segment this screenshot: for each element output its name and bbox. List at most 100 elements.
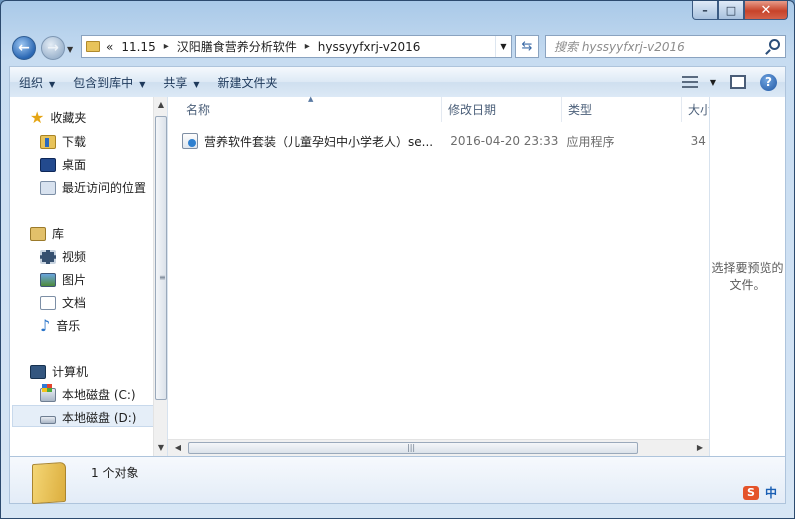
sidebar-item-drive-c[interactable]: 本地磁盘 (C:) <box>40 383 136 403</box>
window-controls: – □ ✕ <box>692 1 788 20</box>
help-icon[interactable]: ? <box>760 73 777 91</box>
file-type: 应用程序 <box>566 134 615 149</box>
sidebar-libraries[interactable]: 库 <box>30 225 64 242</box>
sogou-ime-icon: S <box>742 485 759 500</box>
sidebar-item-music[interactable]: ♪ 音乐 <box>40 317 80 334</box>
sidebar-item-label: 本地磁盘 (C:) <box>62 388 136 402</box>
minimize-button[interactable]: – <box>692 1 718 20</box>
sidebar-computer[interactable]: 计算机 <box>30 363 88 380</box>
sidebar-item-label: 最近访问的位置 <box>62 181 147 195</box>
explorer-window: – □ ✕ ← → ▼ « 11.15 ▸ 汉阳膳食营养分析软件 ▸ hyssy… <box>0 0 795 519</box>
scrollbar-thumb[interactable]: ≡ <box>155 116 167 400</box>
grip-icon: ≡ <box>159 273 166 282</box>
scroll-right-icon[interactable]: ▶ <box>692 440 708 456</box>
sidebar-item-label: 桌面 <box>62 158 87 172</box>
breadcrumb-item[interactable]: hyssyyfxrj-v2016 <box>318 40 421 54</box>
sidebar-item-recent-places[interactable]: 最近访问的位置 <box>40 179 146 196</box>
item-count: 1 个对象 <box>91 466 139 480</box>
sidebar-computer-label: 计算机 <box>52 365 89 379</box>
sidebar-item-videos[interactable]: 视频 <box>40 248 86 265</box>
scroll-up-icon[interactable]: ▲ <box>154 97 168 113</box>
change-view-button[interactable]: ▼ <box>681 76 716 88</box>
address-dropdown-icon[interactable]: ▼ <box>495 36 511 57</box>
refresh-button[interactable]: ⇆ <box>515 35 539 58</box>
file-date: 2016-04-20 23:33 <box>450 134 559 148</box>
forward-button[interactable]: → <box>41 36 65 60</box>
chevron-down-icon: ▼ <box>193 79 200 89</box>
close-button[interactable]: ✕ <box>744 1 788 20</box>
column-header-date[interactable]: 修改日期 <box>440 97 562 122</box>
sidebar-libraries-label: 库 <box>52 227 65 241</box>
scroll-down-icon[interactable]: ▼ <box>154 440 168 456</box>
drive-icon <box>40 415 56 424</box>
recent-places-icon <box>40 180 56 195</box>
sidebar-item-label: 本地磁盘 (D:) <box>62 411 137 425</box>
sidebar-item-downloads[interactable]: 下载 <box>40 133 86 150</box>
share-menu[interactable]: 共享 ▼ <box>154 74 208 91</box>
sidebar-item-pictures[interactable]: 图片 <box>40 271 86 288</box>
sidebar-favorites[interactable]: ★ 收藏夹 <box>30 109 86 126</box>
refresh-icon: ⇆ <box>521 39 533 54</box>
file-size: 34 <box>690 134 706 148</box>
ime-mode-label: 中 <box>764 486 777 500</box>
ime-indicator[interactable]: S 中 <box>742 484 777 501</box>
column-header-name[interactable]: 名称 <box>178 97 442 122</box>
sidebar-item-label: 图片 <box>62 273 87 287</box>
include-in-library-menu[interactable]: 包含到库中 ▼ <box>64 74 154 91</box>
sidebar-item-label: 音乐 <box>56 319 81 333</box>
scroll-left-icon[interactable]: ◀ <box>170 440 186 456</box>
include-in-library-label: 包含到库中 <box>73 75 134 90</box>
breadcrumb-overflow[interactable]: « <box>106 40 113 54</box>
downloads-folder-icon <box>40 134 56 149</box>
preview-message: 选择要预览的文件。 <box>711 260 784 292</box>
folder-icon <box>32 461 66 505</box>
organize-menu[interactable]: 组织 ▼ <box>10 74 64 91</box>
preview-pane: 选择要预览的文件。 <box>709 97 786 456</box>
command-bar: 组织 ▼ 包含到库中 ▼ 共享 ▼ 新建文件夹 ▼ ? <box>9 66 786 97</box>
back-button[interactable]: ← <box>12 36 36 60</box>
music-note-icon: ♪ <box>40 315 51 335</box>
sidebar-item-label: 视频 <box>62 250 87 264</box>
view-list-icon <box>681 76 698 88</box>
search-placeholder: 搜索 hyssyyfxrj-v2016 <box>554 40 685 54</box>
scrollbar-thumb[interactable]: ||| <box>188 442 638 454</box>
recent-pages-dropdown[interactable]: ▼ <box>67 45 73 54</box>
sidebar-item-label: 文档 <box>62 296 87 310</box>
application-icon <box>182 133 198 149</box>
address-bar[interactable]: « 11.15 ▸ 汉阳膳食营养分析软件 ▸ hyssyyfxrj-v2016 … <box>81 35 512 58</box>
forward-arrow-icon: → <box>47 40 59 56</box>
details-pane: 1 个对象 S 中 <box>9 456 786 505</box>
breadcrumb-separator-icon[interactable]: ▸ <box>164 41 169 52</box>
sidebar-item-label: 下载 <box>62 135 87 149</box>
chevron-down-icon: ▼ <box>709 77 716 87</box>
file-list: ▲ 名称 修改日期 类型 大小 营养软件套装（儿童孕妇中小学老人）se... 2… <box>167 95 710 456</box>
computer-icon <box>30 364 46 379</box>
column-header-type[interactable]: 类型 <box>560 97 682 122</box>
system-drive-icon <box>40 383 56 402</box>
desktop-icon <box>40 157 56 172</box>
column-header-size[interactable]: 大小 <box>680 97 710 122</box>
breadcrumb-item[interactable]: 11.15 <box>121 40 155 54</box>
organize-label: 组织 <box>19 75 44 90</box>
breadcrumb-item[interactable]: 汉阳膳食营养分析软件 <box>177 38 297 55</box>
file-name: 营养软件套装（儿童孕妇中小学老人）se... <box>204 134 434 149</box>
star-icon: ★ <box>30 107 45 127</box>
search-input[interactable]: 搜索 hyssyyfxrj-v2016 <box>545 35 786 58</box>
preview-pane-toggle-icon[interactable] <box>730 75 746 89</box>
document-icon <box>40 295 56 310</box>
back-arrow-icon: ← <box>18 40 30 56</box>
breadcrumb-separator-icon[interactable]: ▸ <box>305 41 310 52</box>
navigation-scrollbar[interactable]: ▲ ≡ ▼ <box>153 97 168 456</box>
new-folder-button[interactable]: 新建文件夹 <box>209 74 287 91</box>
sidebar-item-documents[interactable]: 文档 <box>40 294 86 311</box>
sidebar-item-desktop[interactable]: 桌面 <box>40 156 86 173</box>
folder-icon <box>86 41 100 52</box>
chevron-down-icon: ▼ <box>139 79 146 89</box>
picture-icon <box>40 272 56 287</box>
maximize-button[interactable]: □ <box>718 1 744 20</box>
search-icon[interactable] <box>769 39 780 50</box>
horizontal-scrollbar[interactable]: ◀ ||| ▶ <box>168 439 710 456</box>
sidebar-item-drive-d[interactable]: 本地磁盘 (D:) <box>40 409 136 426</box>
library-icon <box>30 226 46 241</box>
table-row[interactable]: 营养软件套装（儿童孕妇中小学老人）se... 2016-04-20 23:33 … <box>182 131 710 151</box>
